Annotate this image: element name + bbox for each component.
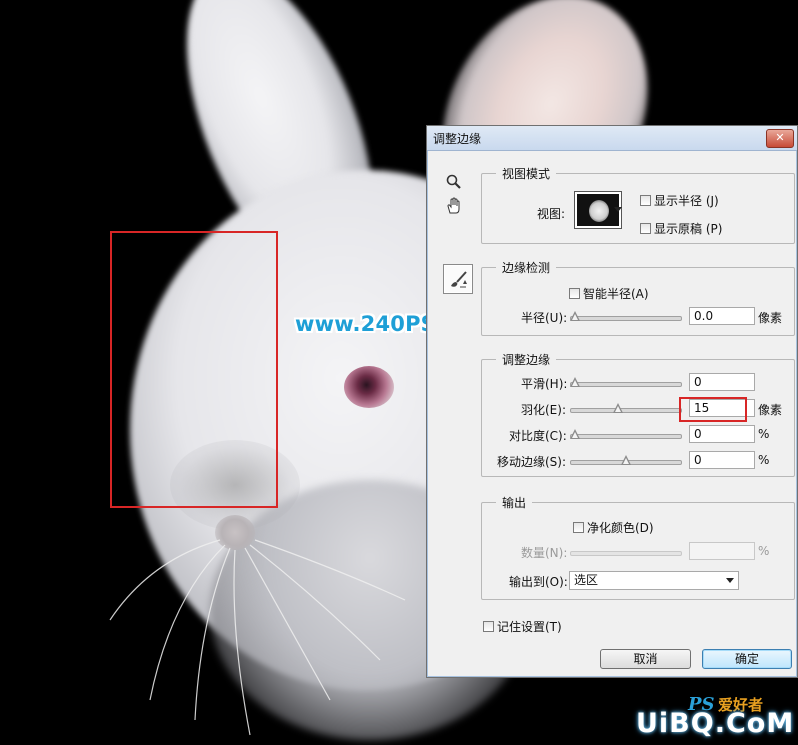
brush-icon: [451, 271, 467, 288]
ok-button[interactable]: 确定: [702, 649, 792, 669]
hand-tool[interactable]: [440, 192, 468, 220]
radius-slider-thumb[interactable]: [570, 311, 580, 321]
feather-highlight-rect: [679, 397, 747, 422]
shift-edge-input[interactable]: 0: [689, 451, 755, 469]
show-radius-checkbox[interactable]: 显示半径 (J): [640, 192, 719, 209]
view-dropdown-button[interactable]: [613, 191, 623, 229]
cancel-button[interactable]: 取消: [600, 649, 691, 669]
smooth-label: 平滑(H):: [521, 377, 568, 391]
contrast-slider-thumb[interactable]: [570, 429, 580, 439]
feather-slider-thumb[interactable]: [612, 403, 623, 413]
adjust-edge-label: 调整边缘: [496, 351, 557, 368]
amount-label: 数量(N):: [521, 546, 568, 560]
decontaminate-box: [573, 522, 584, 533]
close-button[interactable]: ✕: [766, 129, 794, 148]
shift-edge-slider-thumb[interactable]: [621, 455, 631, 465]
show-original-label: 显示原稿 (P): [654, 222, 723, 236]
show-radius-label: 显示半径 (J): [654, 194, 719, 208]
radius-input[interactable]: 0.0: [689, 307, 755, 325]
feather-slider-track: [570, 408, 682, 413]
shift-edge-slider[interactable]: [570, 455, 682, 466]
corner-logo-brand: UiBQ.CoM: [636, 708, 795, 739]
view-label: 视图:: [537, 207, 566, 221]
contrast-slider-track: [570, 434, 682, 439]
output-to-select[interactable]: 选区: [569, 571, 739, 590]
contrast-slider[interactable]: [570, 429, 682, 440]
smooth-slider-track: [570, 382, 682, 387]
smooth-slider-thumb[interactable]: [570, 377, 580, 387]
decontaminate-checkbox[interactable]: 净化颜色(D): [573, 519, 654, 536]
view-mode-group: 视图模式: [481, 165, 795, 244]
refine-radius-tool[interactable]: [443, 264, 473, 294]
shift-edge-unit: %: [758, 453, 770, 467]
show-original-box: [640, 223, 651, 234]
radius-slider-track: [570, 316, 682, 321]
corner-logo: PS 爱好者 UiBQ.CoM: [626, 690, 798, 745]
close-icon: ✕: [775, 131, 785, 144]
chevron-down-icon: [726, 578, 734, 583]
contrast-input[interactable]: 0: [689, 425, 755, 443]
feather-unit: 像素: [758, 403, 783, 417]
radius-unit: 像素: [758, 311, 783, 325]
output-to-label: 输出到(O):: [509, 575, 568, 589]
amount-slider-track: [570, 551, 682, 556]
amount-unit: %: [758, 544, 770, 558]
show-radius-box: [640, 195, 651, 206]
chevron-down-icon: [614, 207, 622, 212]
output-to-value: 选区: [574, 573, 599, 587]
hand-icon: [447, 197, 460, 214]
view-mode-label: 视图模式: [496, 165, 557, 182]
thumbnail-rabbit: [589, 200, 609, 222]
smart-radius-checkbox[interactable]: 智能半径(A): [569, 285, 649, 302]
feather-slider[interactable]: [570, 403, 682, 414]
radius-slider[interactable]: [570, 311, 682, 322]
dialog-titlebar[interactable]: 调整边缘 ✕: [427, 126, 797, 151]
smart-radius-box: [569, 288, 580, 299]
radius-label: 半径(U):: [521, 311, 568, 325]
remember-settings-box: [483, 621, 494, 632]
remember-settings-checkbox[interactable]: 记住设置(T): [483, 618, 562, 635]
remember-settings-label: 记住设置(T): [497, 620, 562, 634]
output-label: 输出: [496, 494, 533, 511]
magnifier-icon: [446, 174, 461, 189]
smooth-input[interactable]: 0: [689, 373, 755, 391]
decontaminate-label: 净化颜色(D): [587, 521, 654, 535]
edge-detection-label: 边缘检测: [496, 259, 557, 276]
dialog-title: 调整边缘: [433, 132, 482, 146]
smart-radius-label: 智能半径(A): [583, 287, 649, 301]
selection-highlight-rect: [110, 231, 278, 508]
amount-slider: [570, 547, 682, 557]
smooth-slider[interactable]: [570, 377, 682, 388]
feather-label: 羽化(E):: [521, 403, 566, 417]
amount-input: [689, 542, 755, 560]
contrast-label: 对比度(C):: [509, 429, 567, 443]
show-original-checkbox[interactable]: 显示原稿 (P): [640, 220, 722, 237]
contrast-unit: %: [758, 427, 770, 441]
shift-edge-label: 移动边缘(S):: [497, 455, 567, 469]
refine-edge-dialog: 调整边缘 ✕ 视图模式 视图: 显示半径 (J) 显示原稿 (P) 边缘检测 智…: [426, 125, 798, 678]
